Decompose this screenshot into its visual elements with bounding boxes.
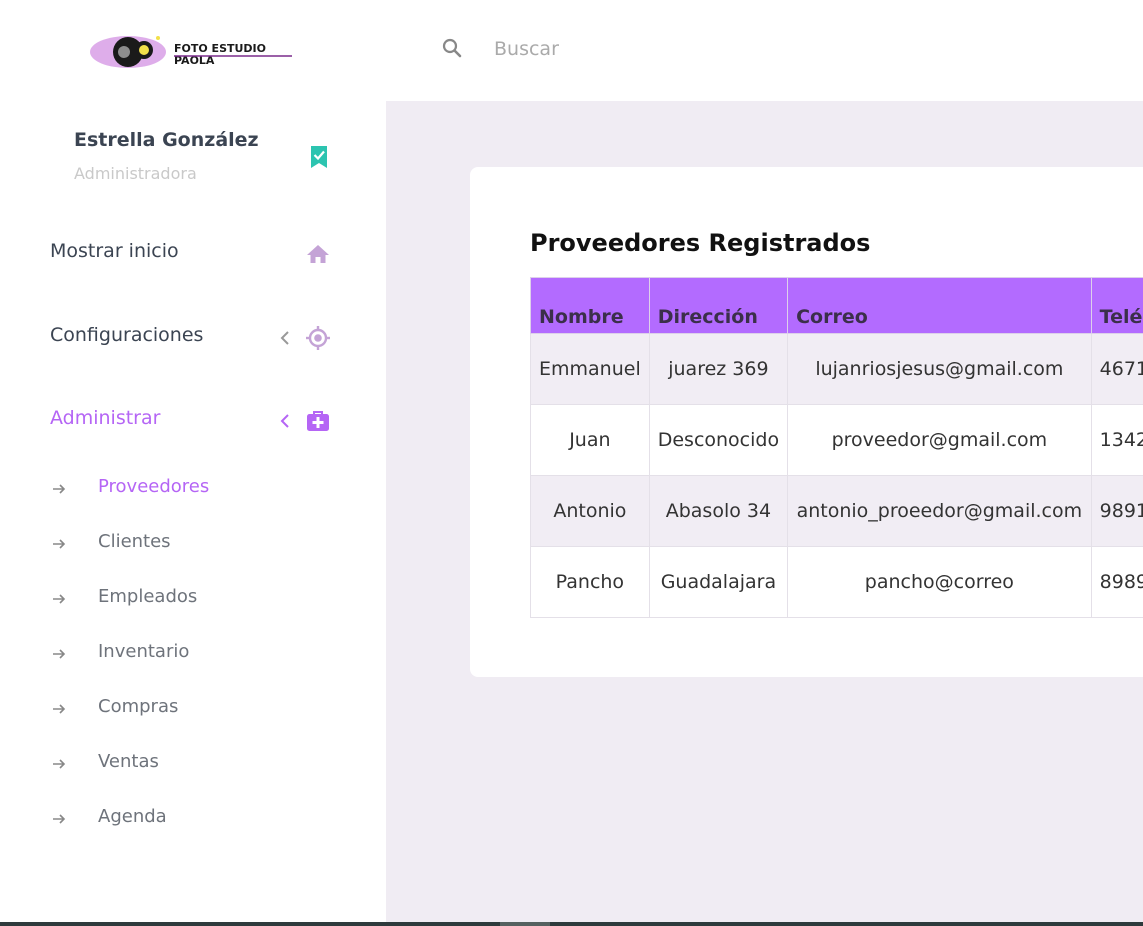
sub-item-agenda[interactable]: Agenda — [0, 802, 386, 836]
nav-item-label: Configuraciones — [50, 324, 204, 346]
table-row[interactable]: Pancho Guadalajara pancho@correo 8989 — [530, 546, 1143, 618]
brand-logo[interactable]: FOTO ESTUDIO PAOLA — [88, 28, 298, 76]
table-row[interactable]: Antonio Abasolo 34 antonio_proeedor@gmai… — [530, 475, 1143, 547]
nav-item-label: Mostrar inicio — [50, 240, 179, 262]
chevron-left-icon[interactable] — [278, 411, 292, 431]
cell-direccion: Guadalajara — [648, 546, 789, 618]
sub-item-label: Compras — [98, 696, 179, 717]
nav-item-home[interactable]: Mostrar inicio — [0, 234, 386, 274]
sub-item-label: Clientes — [98, 531, 171, 552]
cell-correo: lujanriosjesus@gmail.com — [787, 333, 1092, 405]
bookmark-check-icon — [309, 145, 329, 169]
cell-nombre: Juan — [530, 404, 650, 476]
user-name: Estrella González — [74, 129, 259, 151]
providers-card: Proveedores Registrados Nombre Dirección… — [470, 167, 1143, 677]
page-title: Proveedores Registrados — [530, 229, 871, 257]
crosshair-icon — [305, 325, 331, 351]
nav-item-settings[interactable]: Configuraciones — [0, 318, 386, 358]
taskbar-edge — [0, 922, 1143, 926]
search-input[interactable] — [486, 30, 786, 68]
sub-item-compras[interactable]: Compras — [0, 692, 386, 726]
sub-item-inventario[interactable]: Inventario — [0, 637, 386, 671]
cell-correo: proveedor@gmail.com — [787, 404, 1092, 476]
sub-item-proveedores[interactable]: Proveedores — [0, 472, 386, 506]
nav-item-admin[interactable]: Administrar — [0, 401, 386, 441]
cell-telefono: 1342 — [1090, 404, 1143, 476]
sub-item-ventas[interactable]: Ventas — [0, 747, 386, 781]
search-icon[interactable] — [441, 37, 463, 59]
sidebar: Estrella González Administradora Mostrar… — [0, 101, 386, 922]
cell-correo: pancho@correo — [787, 546, 1092, 618]
sub-item-label: Inventario — [98, 641, 190, 662]
cell-telefono: 4671 — [1090, 333, 1143, 405]
sub-item-label: Proveedores — [98, 476, 210, 497]
sub-item-label: Empleados — [98, 586, 198, 607]
sub-item-label: Agenda — [98, 806, 167, 827]
arrow-right-icon — [50, 590, 68, 608]
cell-nombre: Pancho — [530, 546, 650, 618]
sub-item-clientes[interactable]: Clientes — [0, 527, 386, 561]
arrow-right-icon — [50, 700, 68, 718]
cell-nombre: Emmanuel — [530, 333, 650, 405]
providers-table: Nombre Dirección Correo Telé Emmanuel ju… — [530, 277, 1143, 618]
column-header-telefono[interactable]: Telé — [1090, 277, 1143, 334]
chevron-left-icon[interactable] — [278, 328, 292, 348]
column-header-direccion[interactable]: Dirección — [648, 277, 789, 334]
arrow-right-icon — [50, 645, 68, 663]
taskbar-indicator — [500, 922, 550, 926]
table-row[interactable]: Emmanuel juarez 369 lujanriosjesus@gmail… — [530, 333, 1143, 405]
home-icon — [305, 241, 331, 267]
column-header-correo[interactable]: Correo — [787, 277, 1092, 334]
arrow-right-icon — [50, 810, 68, 828]
top-bar: FOTO ESTUDIO PAOLA — [0, 0, 1143, 101]
medical-bag-icon — [305, 408, 331, 434]
cell-direccion: Abasolo 34 — [648, 475, 789, 547]
table-header-row: Nombre Dirección Correo Telé — [530, 277, 1143, 334]
cell-telefono: 9891 — [1090, 475, 1143, 547]
sub-item-label: Ventas — [98, 751, 159, 772]
arrow-right-icon — [50, 535, 68, 553]
column-header-nombre[interactable]: Nombre — [530, 277, 650, 334]
table-row[interactable]: Juan Desconocido proveedor@gmail.com 134… — [530, 404, 1143, 476]
cell-direccion: juarez 369 — [648, 333, 789, 405]
arrow-right-icon — [50, 480, 68, 498]
cell-direccion: Desconocido — [648, 404, 789, 476]
cell-nombre: Antonio — [530, 475, 650, 547]
cell-telefono: 8989 — [1090, 546, 1143, 618]
sub-item-empleados[interactable]: Empleados — [0, 582, 386, 616]
nav-item-label: Administrar — [50, 407, 161, 429]
cell-correo: antonio_proeedor@gmail.com — [787, 475, 1092, 547]
user-role: Administradora — [74, 164, 197, 183]
arrow-right-icon — [50, 755, 68, 773]
